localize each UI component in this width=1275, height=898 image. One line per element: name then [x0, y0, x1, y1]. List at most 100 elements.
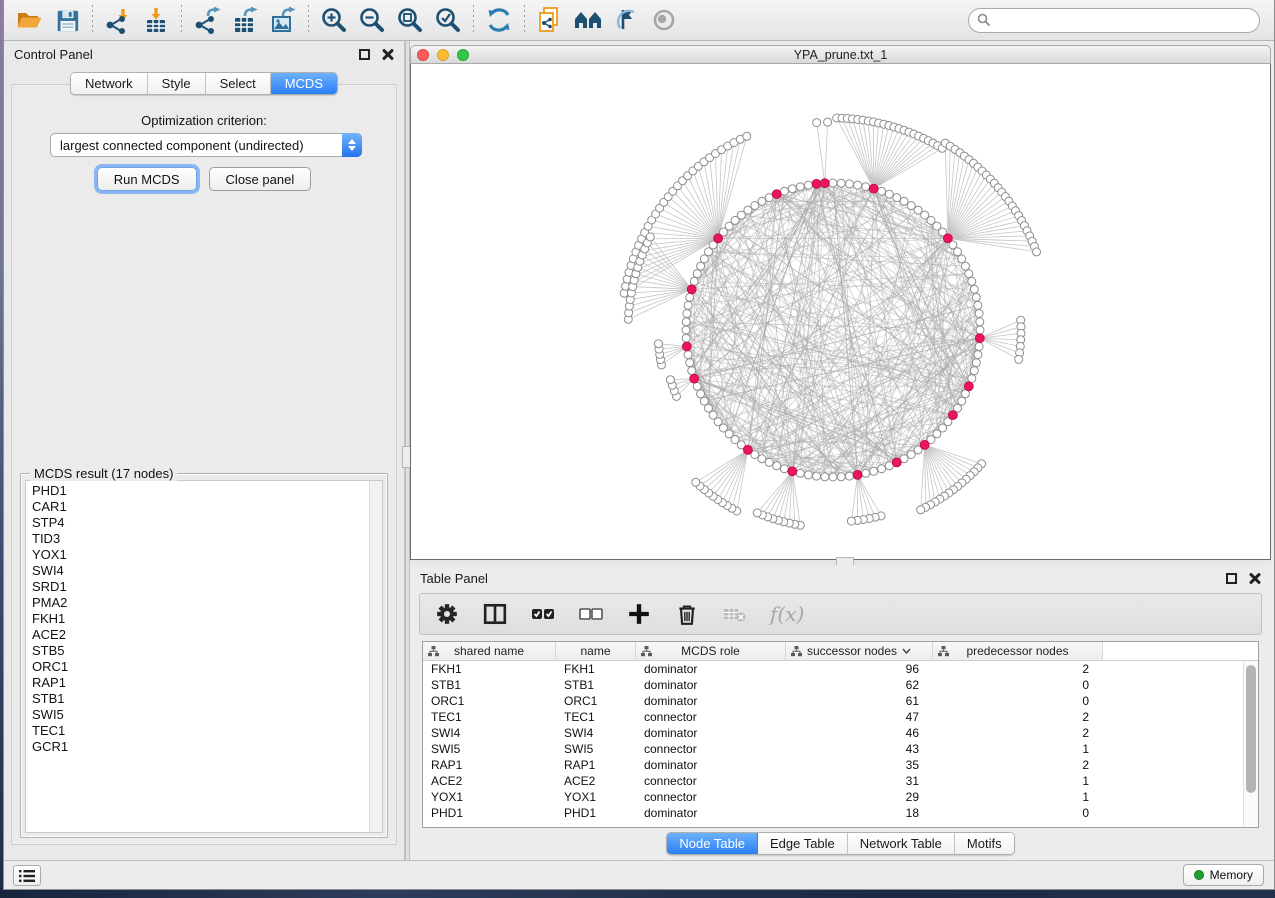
network-graph[interactable] — [411, 64, 1269, 558]
cell-successor-nodes[interactable]: 96 — [786, 661, 933, 677]
table-row[interactable]: SWI4SWI4dominator462 — [423, 725, 1258, 741]
cell-successor-nodes[interactable]: 18 — [786, 805, 933, 821]
cell-predecessor-nodes[interactable]: 2 — [933, 725, 1103, 741]
cell-successor-nodes[interactable]: 31 — [786, 773, 933, 789]
float-window-icon[interactable] — [359, 49, 370, 60]
cell-name[interactable]: RAP1 — [556, 757, 636, 773]
cell-mcds-role[interactable]: connector — [636, 789, 786, 805]
window-close-icon[interactable] — [417, 49, 429, 61]
cell-predecessor-nodes[interactable]: 2 — [933, 757, 1103, 773]
table-row[interactable]: ORC1ORC1dominator610 — [423, 693, 1258, 709]
cell-shared-name[interactable]: ORC1 — [423, 693, 556, 709]
result-node-item[interactable]: GCR1 — [32, 739, 382, 755]
window-minimize-icon[interactable] — [437, 49, 449, 61]
network-canvas[interactable] — [410, 64, 1271, 560]
show-column-button[interactable] — [482, 601, 508, 627]
tab-select[interactable]: Select — [206, 73, 271, 94]
cell-name[interactable]: ORC1 — [556, 693, 636, 709]
result-scrollbar[interactable] — [369, 481, 382, 832]
import-table-button[interactable] — [137, 3, 175, 37]
cell-name[interactable]: FKH1 — [556, 661, 636, 677]
delete-column-button[interactable] — [674, 601, 700, 627]
cell-name[interactable]: TEC1 — [556, 709, 636, 725]
tab-node-table[interactable]: Node Table — [667, 833, 758, 854]
cell-name[interactable]: YOX1 — [556, 789, 636, 805]
cell-name[interactable]: SWI5 — [556, 741, 636, 757]
tab-network[interactable]: Network — [71, 73, 148, 94]
table-scrollbar[interactable] — [1243, 661, 1258, 827]
cell-mcds-role[interactable]: dominator — [636, 757, 786, 773]
result-node-item[interactable]: PHD1 — [32, 483, 382, 499]
cell-predecessor-nodes[interactable]: 2 — [933, 709, 1103, 725]
select-all-button[interactable] — [530, 601, 556, 627]
result-node-item[interactable]: TID3 — [32, 531, 382, 547]
cell-mcds-role[interactable]: dominator — [636, 805, 786, 821]
save-button[interactable] — [48, 3, 86, 37]
table-row[interactable]: YOX1YOX1connector291 — [423, 789, 1258, 805]
cell-shared-name[interactable]: TEC1 — [423, 709, 556, 725]
close-panel-button[interactable]: Close panel — [209, 167, 312, 191]
zoom-selected-button[interactable] — [429, 3, 467, 37]
close-icon[interactable] — [382, 48, 394, 60]
tab-network-table[interactable]: Network Table — [848, 833, 955, 854]
cell-name[interactable]: PHD1 — [556, 805, 636, 821]
eye-button[interactable] — [645, 3, 683, 37]
result-node-item[interactable]: STB1 — [32, 691, 382, 707]
cell-shared-name[interactable]: SWI4 — [423, 725, 556, 741]
result-node-item[interactable]: SRD1 — [32, 579, 382, 595]
cell-mcds-role[interactable]: dominator — [636, 661, 786, 677]
cell-predecessor-nodes[interactable]: 1 — [933, 773, 1103, 789]
tab-style[interactable]: Style — [148, 73, 206, 94]
cell-shared-name[interactable]: SWI5 — [423, 741, 556, 757]
cell-name[interactable]: ACE2 — [556, 773, 636, 789]
tab-mcds[interactable]: MCDS — [271, 73, 337, 94]
close-icon[interactable] — [1249, 572, 1261, 584]
table-row[interactable]: TEC1TEC1connector472 — [423, 709, 1258, 725]
cell-shared-name[interactable]: FKH1 — [423, 661, 556, 677]
column-header-predecessor-nodes[interactable]: predecessor nodes — [933, 642, 1103, 660]
cell-successor-nodes[interactable]: 62 — [786, 677, 933, 693]
table-row[interactable]: SWI5SWI5connector431 — [423, 741, 1258, 757]
cell-successor-nodes[interactable]: 47 — [786, 709, 933, 725]
export-table-button[interactable] — [226, 3, 264, 37]
column-header-MCDS-role[interactable]: MCDS role — [636, 642, 786, 660]
cell-predecessor-nodes[interactable]: 0 — [933, 805, 1103, 821]
result-node-item[interactable]: YOX1 — [32, 547, 382, 563]
table-row[interactable]: FKH1FKH1dominator962 — [423, 661, 1258, 677]
show-panels-menu-button[interactable] — [13, 865, 41, 886]
tab-motifs[interactable]: Motifs — [955, 833, 1014, 854]
table-row[interactable]: STB1STB1dominator620 — [423, 677, 1258, 693]
cell-successor-nodes[interactable]: 35 — [786, 757, 933, 773]
refresh-button[interactable] — [480, 3, 518, 37]
run-mcds-button[interactable]: Run MCDS — [97, 167, 197, 191]
table-row[interactable]: PHD1PHD1dominator180 — [423, 805, 1258, 821]
cell-mcds-role[interactable]: connector — [636, 741, 786, 757]
result-node-item[interactable]: CAR1 — [32, 499, 382, 515]
column-header-successor-nodes[interactable]: successor nodes — [786, 642, 933, 660]
cell-shared-name[interactable]: YOX1 — [423, 789, 556, 805]
result-node-item[interactable]: RAP1 — [32, 675, 382, 691]
result-node-item[interactable]: FKH1 — [32, 611, 382, 627]
mcds-result-list[interactable]: PHD1CAR1STP4TID3YOX1SWI4SRD1PMA2FKH1ACE2… — [25, 480, 383, 833]
hide-graphics-details-button[interactable] — [607, 3, 645, 37]
result-node-item[interactable]: ORC1 — [32, 659, 382, 675]
cell-successor-nodes[interactable]: 61 — [786, 693, 933, 709]
cell-mcds-role[interactable]: dominator — [636, 677, 786, 693]
create-column-button[interactable] — [626, 601, 652, 627]
cell-mcds-role[interactable]: dominator — [636, 693, 786, 709]
cell-mcds-role[interactable]: connector — [636, 773, 786, 789]
search-box[interactable] — [968, 8, 1260, 33]
result-node-item[interactable]: STP4 — [32, 515, 382, 531]
float-window-icon[interactable] — [1226, 573, 1237, 584]
cell-name[interactable]: SWI4 — [556, 725, 636, 741]
column-header-shared-name[interactable]: shared name — [423, 642, 556, 660]
table-row[interactable]: RAP1RAP1dominator352 — [423, 757, 1258, 773]
cell-successor-nodes[interactable]: 43 — [786, 741, 933, 757]
cell-predecessor-nodes[interactable]: 2 — [933, 661, 1103, 677]
search-input[interactable] — [991, 13, 1251, 27]
cell-name[interactable]: STB1 — [556, 677, 636, 693]
network-window-titlebar[interactable]: YPA_prune.txt_1 — [410, 45, 1271, 64]
cell-predecessor-nodes[interactable]: 0 — [933, 677, 1103, 693]
result-node-item[interactable]: SWI4 — [32, 563, 382, 579]
memory-button[interactable]: Memory — [1183, 864, 1264, 886]
